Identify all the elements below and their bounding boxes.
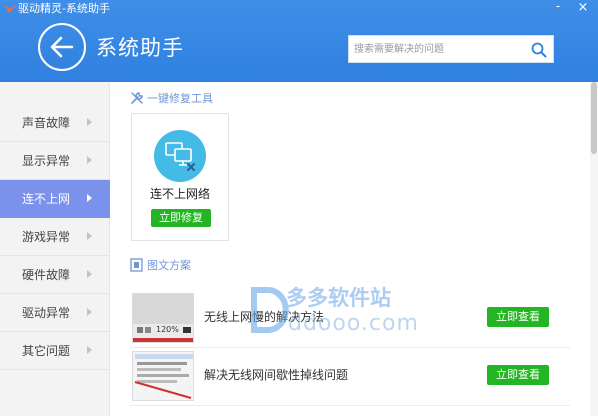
- minimize-button[interactable]: -: [548, 0, 568, 16]
- page-title: 系统助手: [96, 36, 184, 60]
- tool-name: 连不上网络: [149, 187, 210, 201]
- window-title: 驱动精灵-系统助手: [18, 2, 110, 15]
- document-icon: [130, 258, 143, 272]
- app-logo-icon: [5, 4, 17, 13]
- fix-now-button[interactable]: 立即修复: [151, 209, 211, 227]
- chevron-right-icon: [87, 232, 92, 240]
- title-bar: 驱动精灵-系统助手 - ×: [0, 0, 598, 18]
- sidebar-item-label: 硬件故障: [22, 268, 71, 282]
- close-button[interactable]: ×: [572, 0, 594, 16]
- network-error-icon: [154, 130, 206, 182]
- article-item: 解决无线网间歇性掉线问题 立即查看: [130, 348, 570, 406]
- chevron-right-icon: [87, 194, 92, 202]
- arrow-left-icon: [50, 36, 74, 58]
- section-title: 图文方案: [147, 259, 191, 272]
- chevron-right-icon: [87, 156, 92, 164]
- header: 驱动精灵-系统助手 - × 系统助手: [0, 0, 598, 82]
- wrench-icon: [131, 92, 143, 104]
- tool-card-network[interactable]: 连不上网络 立即修复: [131, 113, 229, 241]
- watermark-url: ddooo.com: [288, 311, 419, 336]
- sidebar: 声音故障 显示异常 连不上网 游戏异常 硬件故障 驱动异常 其它问题: [0, 82, 110, 416]
- article-thumbnail[interactable]: 120%: [132, 293, 194, 343]
- chevron-right-icon: [87, 308, 92, 316]
- sidebar-item-other[interactable]: 其它问题: [0, 332, 110, 370]
- view-now-button[interactable]: 立即查看: [487, 307, 549, 327]
- chevron-right-icon: [87, 346, 92, 354]
- watermark: 多多软件站 ddooo.com: [250, 284, 420, 344]
- search-input[interactable]: [354, 40, 524, 59]
- sidebar-item-game[interactable]: 游戏异常: [0, 218, 110, 256]
- scrollbar[interactable]: [590, 82, 598, 416]
- sidebar-item-label: 其它问题: [22, 344, 71, 358]
- sidebar-item-label: 连不上网: [22, 192, 71, 206]
- scrollbar-thumb[interactable]: [591, 82, 597, 154]
- sidebar-item-sound[interactable]: 声音故障: [0, 104, 110, 142]
- chevron-right-icon: [87, 118, 92, 126]
- chevron-right-icon: [87, 270, 92, 278]
- sidebar-item-label: 游戏异常: [22, 230, 71, 244]
- view-now-button[interactable]: 立即查看: [487, 365, 549, 385]
- watermark-text: 多多软件站: [286, 286, 391, 310]
- sidebar-item-display[interactable]: 显示异常: [0, 142, 110, 180]
- article-title[interactable]: 解决无线网间歇性掉线问题: [204, 368, 348, 382]
- sidebar-item-label: 声音故障: [22, 116, 71, 130]
- article-thumbnail[interactable]: [132, 351, 194, 401]
- section-title: 一键修复工具: [147, 92, 213, 105]
- sidebar-item-hardware[interactable]: 硬件故障: [0, 256, 110, 294]
- sidebar-item-driver[interactable]: 驱动异常: [0, 294, 110, 332]
- watermark-logo-icon: [251, 287, 289, 333]
- thumb-zoom-text: 120%: [156, 325, 179, 334]
- sidebar-item-label: 驱动异常: [22, 306, 71, 320]
- back-button[interactable]: [38, 23, 86, 71]
- search-icon[interactable]: [531, 42, 547, 58]
- search-box: [348, 35, 554, 63]
- sidebar-item-label: 显示异常: [22, 154, 71, 168]
- sidebar-item-network[interactable]: 连不上网: [0, 180, 110, 218]
